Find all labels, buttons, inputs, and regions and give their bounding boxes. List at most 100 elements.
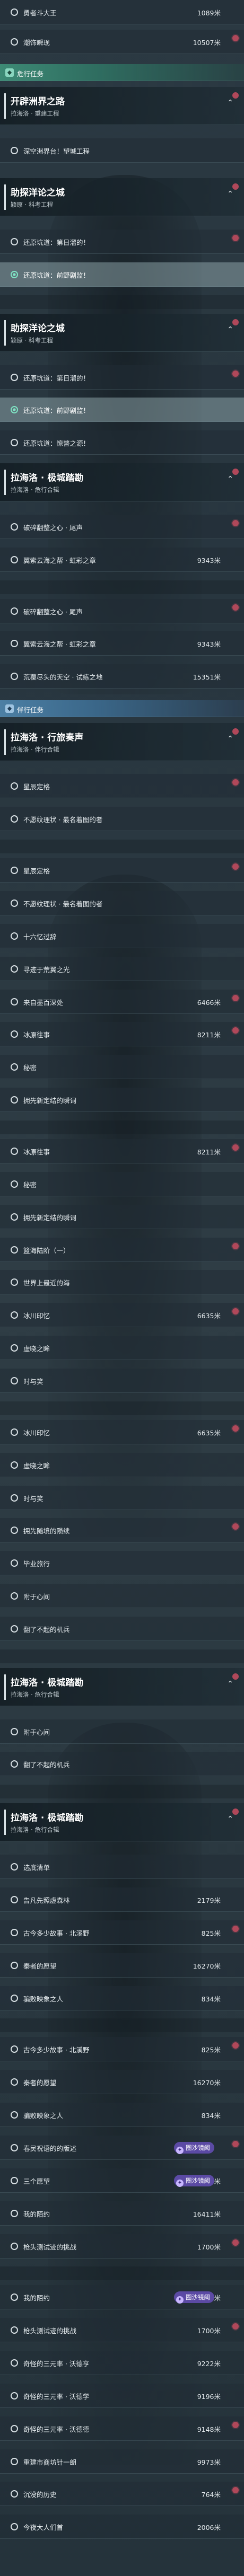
quest-row[interactable]: 篮海陆阶（一） — [0, 1237, 244, 1262]
quest-row[interactable]: 翼索云海之帮 · 虹彩之章 9343米 — [0, 547, 244, 572]
collapse-chevron-icon[interactable]: ⌃ — [227, 475, 233, 483]
quest-row[interactable]: 翻了不起的机兵 — [0, 1616, 244, 1641]
quest-row[interactable]: 破碎翻整之心 · 尾声 — [0, 598, 244, 623]
quest-row[interactable]: 拥先随境的陨续 — [0, 1518, 244, 1543]
map-pin-icon[interactable] — [232, 994, 239, 1001]
quest-row[interactable]: 今夜大人们首 2006米 — [0, 2515, 244, 2539]
quest-row[interactable]: 毕业旅行 — [0, 1551, 244, 1576]
map-pin-icon[interactable] — [232, 1425, 239, 1432]
map-pin-icon[interactable] — [232, 604, 239, 611]
quest-row[interactable]: 秘密 — [0, 1055, 244, 1080]
quest-row[interactable]: 骗败映象之人 834米 — [0, 2103, 244, 2128]
quest-row[interactable]: 拥先新定结的瞬词 — [0, 1204, 244, 1229]
tracked-quest-header[interactable]: 开辟洲界之路 拉海洛 · 重建工程 ⌃ — [0, 87, 244, 126]
quest-row[interactable]: 秦者的愿望 16270米 — [0, 1953, 244, 1978]
quest-row[interactable]: 虚晓之眸 — [0, 1452, 244, 1477]
quest-row[interactable]: 三个愿望16244米✦圈沙镜阈 — [0, 2168, 244, 2193]
quest-row[interactable]: 来自墨百深处 6466米 — [0, 989, 244, 1014]
quest-row[interactable]: 奇怪的三元率 · 沃德亨 9222米 — [0, 2351, 244, 2376]
map-pin-icon[interactable] — [232, 2487, 239, 2494]
quest-row[interactable]: 秦者的愿望 16270米 — [0, 2070, 244, 2095]
map-pin-icon[interactable] — [232, 469, 239, 475]
quest-row[interactable]: 深空洲界台！望城工程 — [0, 138, 244, 163]
tracked-quest-header[interactable]: 拉海洛 · 极城踏勘 拉海洛 · 危行合辑 ⌃ — [0, 1803, 244, 1842]
collapse-chevron-icon[interactable]: ⌃ — [227, 99, 233, 107]
quest-row[interactable]: 古今多少故事 · 北溪野 825米 — [0, 1920, 244, 1945]
collapse-chevron-icon[interactable]: ⌃ — [227, 1680, 233, 1688]
quest-row[interactable]: 十六忆过辞 — [0, 923, 244, 948]
quest-row[interactable]: 告凡先照虚森林 2179米 — [0, 1887, 244, 1912]
tracked-quest-header[interactable]: 拉海洛 · 极城踏勘 拉海洛 · 危行合辑 ⌃ — [0, 463, 244, 502]
quest-row[interactable]: 虚晓之眸 — [0, 1336, 244, 1361]
map-pin-icon[interactable] — [232, 2042, 239, 2049]
quest-row[interactable]: 拥先新定结的瞬词 — [0, 1088, 244, 1113]
map-pin-icon[interactable] — [232, 2140, 239, 2147]
quest-row[interactable]: 冰原往事 8211米 — [0, 1022, 244, 1047]
quest-row[interactable]: 春民祝语的的版述 ✦ 圈沙镜阈 — [0, 2135, 244, 2160]
quest-row[interactable]: 骗败映象之人 834米 — [0, 1986, 244, 2010]
map-pin-icon[interactable] — [232, 1144, 239, 1151]
quest-row[interactable]: 翻了不起的机兵 — [0, 1752, 244, 1777]
quest-row[interactable]: 奇怪的三元率 · 沃德学 9196米 — [0, 2383, 244, 2408]
quest-row[interactable]: 星辰定格 — [0, 774, 244, 799]
map-pin-icon[interactable] — [232, 319, 239, 325]
quest-row[interactable]: 秘密 — [0, 1171, 244, 1196]
tracked-quest-header[interactable]: 拉海洛 · 行旅奏声 拉海洛 · 伴行合辑 ⌃ — [0, 722, 244, 761]
quest-row[interactable]: 还原坑道：惊瞥之源！ — [0, 430, 244, 455]
quest-row[interactable]: 还原坑道：前野剧监！ — [0, 262, 244, 287]
map-pin-icon[interactable] — [232, 1027, 239, 1034]
quest-row[interactable]: 选底清单 — [0, 1855, 244, 1880]
tracked-quest-header[interactable]: 助探洋论之城 颖原 · 科考工程 ⌃ — [0, 178, 244, 217]
quest-row[interactable]: 还原坑道：第日溜的！ — [0, 365, 244, 390]
quest-row[interactable]: 附于心间 — [0, 1719, 244, 1744]
map-pin-icon[interactable] — [232, 2421, 239, 2428]
map-pin-icon[interactable] — [232, 35, 239, 42]
map-pin-icon[interactable] — [232, 370, 239, 377]
quest-row[interactable]: 世界上最近的海 — [0, 1270, 244, 1295]
section-header-urgent[interactable]: ◆ 危行任务 — [0, 64, 244, 82]
quest-row[interactable]: 寻迹于荒翼之光 — [0, 956, 244, 981]
tracked-quest-header[interactable]: 拉海洛 · 极城踏勘 拉海洛 · 危行合辑 ⌃ — [0, 1668, 244, 1706]
quest-row[interactable]: 荒覆尽头的天空 · 试练之地 15351米 — [0, 664, 244, 689]
collapse-chevron-icon[interactable]: ⌃ — [227, 325, 233, 334]
map-pin-icon[interactable] — [232, 1925, 239, 1932]
quest-row[interactable]: 重建市商坊针一朗 9973米 — [0, 2449, 244, 2474]
quest-row[interactable]: 时与笑 — [0, 1368, 244, 1393]
quest-row[interactable]: 枪头测试迹的挑战 1700米 — [0, 2234, 244, 2259]
map-pin-icon[interactable] — [232, 863, 239, 870]
quest-row[interactable]: 还原坑道：前野剧监！ — [0, 398, 244, 422]
section-header-companion[interactable]: ◆ 伴行任务 — [0, 700, 244, 717]
quest-row[interactable]: 枪头测试迹的挑战 1700米 — [0, 2318, 244, 2343]
map-pin-icon[interactable] — [232, 183, 239, 190]
map-pin-icon[interactable] — [232, 519, 239, 526]
tracked-quest-header[interactable]: 助探洋论之城 颖原 · 科考工程 ⌃ — [0, 313, 244, 352]
collapse-chevron-icon[interactable]: ⌃ — [227, 1815, 233, 1823]
quest-row[interactable]: 不愿纹理状 · 最名着图的者 — [0, 807, 244, 832]
map-pin-icon[interactable] — [232, 1809, 239, 1815]
quest-row[interactable]: 古今多少故事 · 北溪野 825米 — [0, 2037, 244, 2062]
map-pin-icon[interactable] — [232, 1308, 239, 1315]
quest-row[interactable]: 沉没的历史 764米 — [0, 2482, 244, 2507]
quest-row[interactable]: 冰川印忆 6635米 — [0, 1303, 244, 1328]
quest-row[interactable]: 我的陌约 16411米 — [0, 2201, 244, 2226]
map-pin-icon[interactable] — [232, 779, 239, 786]
quest-row[interactable]: 冰川印忆 6635米 — [0, 1419, 244, 1444]
map-pin-icon[interactable] — [232, 2239, 239, 2246]
map-pin-icon[interactable] — [232, 235, 239, 242]
map-pin-icon[interactable] — [232, 2323, 239, 2330]
quest-row[interactable]: 潮饰瞬现 10507米 — [0, 30, 244, 55]
quest-row[interactable]: 附于心间 — [0, 1584, 244, 1609]
map-pin-icon[interactable] — [232, 1242, 239, 1249]
quest-row[interactable]: 翼索云海之帮 · 虹彩之章 9343米 — [0, 631, 244, 656]
quest-row[interactable]: 奇怪的三元率 · 沃德德 9148米 — [0, 2416, 244, 2441]
map-pin-icon[interactable] — [232, 1523, 239, 1530]
quest-row[interactable]: 破碎翻整之心 · 尾声 — [0, 514, 244, 539]
quest-row[interactable]: 我的陌约16411米✦圈沙镜阈 — [0, 2285, 244, 2310]
quest-row[interactable]: 勇者斗大王 1089米 — [0, 0, 244, 24]
quest-row[interactable]: 时与笑 — [0, 1485, 244, 1510]
quest-row[interactable]: 星辰定格 — [0, 858, 244, 883]
collapse-chevron-icon[interactable]: ⌃ — [227, 735, 233, 743]
quest-row[interactable]: 还原坑道：第日溜的！ — [0, 230, 244, 254]
quest-row[interactable]: 不愿纹理状 · 最名着图的者 — [0, 890, 244, 915]
map-pin-icon[interactable] — [232, 92, 239, 99]
